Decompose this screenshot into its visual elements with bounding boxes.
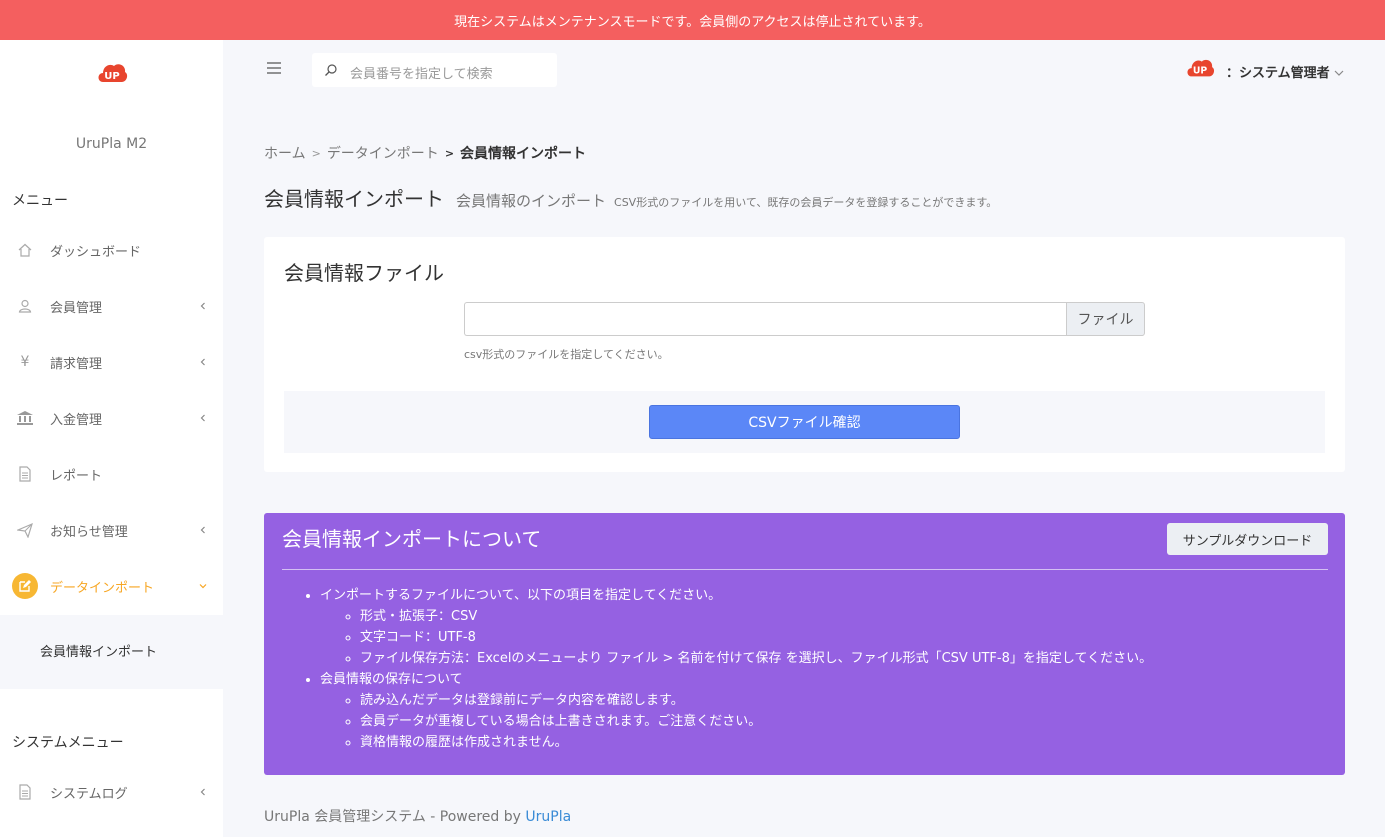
page-description: CSV形式のファイルを用いて、既存の会員データを登録することができます。 xyxy=(614,196,998,209)
yen-icon: ¥ xyxy=(20,354,30,370)
footer-link[interactable]: UruPla xyxy=(525,809,571,825)
sidebar-item-members[interactable]: 会員管理 xyxy=(0,286,223,326)
csv-confirm-button[interactable]: CSVファイル確認 xyxy=(649,405,960,439)
system-menu-title: システムメニュー xyxy=(12,735,124,751)
urupla-logo-icon[interactable]: UP xyxy=(96,60,128,88)
sidebar: UP UruPla M2 メニュー ダッシュボード 会員管理 ¥ 請求管理 入金… xyxy=(0,40,223,837)
sidebar-item-label: システムログ xyxy=(50,786,128,802)
sidebar-item-data-import[interactable]: データインポート xyxy=(0,566,223,606)
edit-icon xyxy=(11,572,39,600)
document-icon xyxy=(15,464,35,484)
search-placeholder: 会員番号を指定して検索 xyxy=(350,67,493,82)
list-item: 文字コード：UTF-8 xyxy=(360,627,1152,648)
sidebar-item-label: お知らせ管理 xyxy=(50,524,128,540)
sidebar-subitem-member-import[interactable]: 会員情報インポート xyxy=(40,641,157,660)
card-footer: CSVファイル確認 xyxy=(284,391,1325,453)
sidebar-item-reports[interactable]: レポート xyxy=(0,454,223,494)
home-icon xyxy=(15,240,35,260)
sidebar-item-label: 入金管理 xyxy=(50,412,103,428)
sidebar-item-billing[interactable]: ¥ 請求管理 xyxy=(0,342,223,382)
file-help-text: csv形式のファイルを指定してください。 xyxy=(464,348,669,361)
breadcrumb-current: 会員情報インポート xyxy=(460,146,587,162)
chevron-left-icon xyxy=(198,413,208,423)
page-header: 会員情報インポート 会員情報のインポート CSV形式のファイルを用いて、既存の会… xyxy=(264,183,997,212)
breadcrumb-separator: > xyxy=(444,146,455,160)
user-name[interactable]: ：システム管理者 xyxy=(1226,62,1330,81)
menu-toggle-icon[interactable] xyxy=(266,60,282,74)
file-upload-card: 会員情報ファイル ファイル csv形式のファイルを指定してください。 CSVファ… xyxy=(264,237,1345,472)
search-icon xyxy=(324,62,338,76)
divider xyxy=(282,569,1328,570)
page-subtitle: 会員情報のインポート xyxy=(456,192,607,210)
bank-icon xyxy=(15,408,35,428)
user-avatar-icon[interactable]: UP xyxy=(1185,56,1215,82)
svg-text:UP: UP xyxy=(1193,66,1208,77)
list-item: ファイル保存方法：Excelのメニューより ファイル > 名前を付けて保存 を選… xyxy=(360,648,1152,669)
sidebar-item-label: データインポート xyxy=(50,580,155,596)
chevron-left-icon xyxy=(198,301,208,311)
import-info-panel: 会員情報インポートについて サンプルダウンロード インポートするファイルについて… xyxy=(264,513,1345,775)
breadcrumb-home[interactable]: ホーム xyxy=(264,143,306,163)
list-item: 資格情報の履歴は作成されません。 xyxy=(360,732,1152,753)
sample-download-button[interactable]: サンプルダウンロード xyxy=(1167,523,1328,555)
chevron-down-icon xyxy=(198,581,208,591)
breadcrumb: ホーム > データインポート > 会員情報インポート xyxy=(264,143,586,163)
info-heading: 会員情報の保存について xyxy=(320,672,463,687)
chevron-left-icon xyxy=(198,357,208,367)
submenu-data-import: 会員情報インポート xyxy=(0,615,223,689)
card-title: 会員情報ファイル xyxy=(284,261,444,285)
sidebar-item-label: ダッシュボード xyxy=(50,244,142,260)
footer: UruPla 会員管理システム - Powered by UruPla xyxy=(264,806,571,826)
list-item: 形式・拡張子：CSV xyxy=(360,606,1152,627)
chevron-left-icon xyxy=(198,525,208,535)
sidebar-item-label: 会員管理 xyxy=(50,300,103,316)
svg-text:UP: UP xyxy=(104,71,119,82)
file-path-input[interactable] xyxy=(464,302,1067,336)
list-item: 読み込んだデータは登録前にデータ内容を確認します。 xyxy=(360,690,1152,711)
brand-name: UruPla M2 xyxy=(75,136,148,152)
maintenance-text: 現在システムはメンテナンスモードです。会員側のアクセスは停止されています。 xyxy=(454,14,931,30)
chevron-left-icon xyxy=(198,787,208,797)
footer-text: UruPla 会員管理システム - Powered by xyxy=(264,809,526,825)
topbar: 会員番号を指定して検索 UP ：システム管理者 xyxy=(223,40,1385,100)
sidebar-item-label: レポート xyxy=(50,468,103,484)
info-heading: インポートするファイルについて、以下の項目を指定してください。 xyxy=(320,588,722,603)
document-icon xyxy=(15,782,35,802)
breadcrumb-data-import[interactable]: データインポート xyxy=(327,143,439,163)
send-icon xyxy=(15,520,35,540)
sidebar-item-dashboard[interactable]: ダッシュボード xyxy=(0,230,223,270)
sidebar-item-system-log[interactable]: システムログ xyxy=(0,772,223,812)
member-search-input[interactable]: 会員番号を指定して検索 xyxy=(312,53,557,87)
chevron-down-icon[interactable] xyxy=(1333,64,1345,76)
breadcrumb-separator: > xyxy=(311,146,321,160)
list-item: インポートするファイルについて、以下の項目を指定してください。 形式・拡張子：C… xyxy=(320,585,1152,669)
info-title: 会員情報インポートについて xyxy=(282,527,542,551)
sidebar-item-notices[interactable]: お知らせ管理 xyxy=(0,510,223,550)
sidebar-item-payments[interactable]: 入金管理 xyxy=(0,398,223,438)
list-item: 会員データが重複している場合は上書きされます。ご注意ください。 xyxy=(360,711,1152,732)
sidebar-item-label: 請求管理 xyxy=(50,356,103,372)
list-item: 会員情報の保存について 読み込んだデータは登録前にデータ内容を確認します。 会員… xyxy=(320,669,1152,753)
user-icon xyxy=(15,296,35,316)
file-select-button[interactable]: ファイル xyxy=(1066,302,1145,336)
info-list: インポートするファイルについて、以下の項目を指定してください。 形式・拡張子：C… xyxy=(320,585,1152,753)
menu-section-title: メニュー xyxy=(12,193,68,209)
maintenance-banner: 現在システムはメンテナンスモードです。会員側のアクセスは停止されています。 xyxy=(0,0,1385,40)
page-title: 会員情報インポート xyxy=(264,187,444,211)
